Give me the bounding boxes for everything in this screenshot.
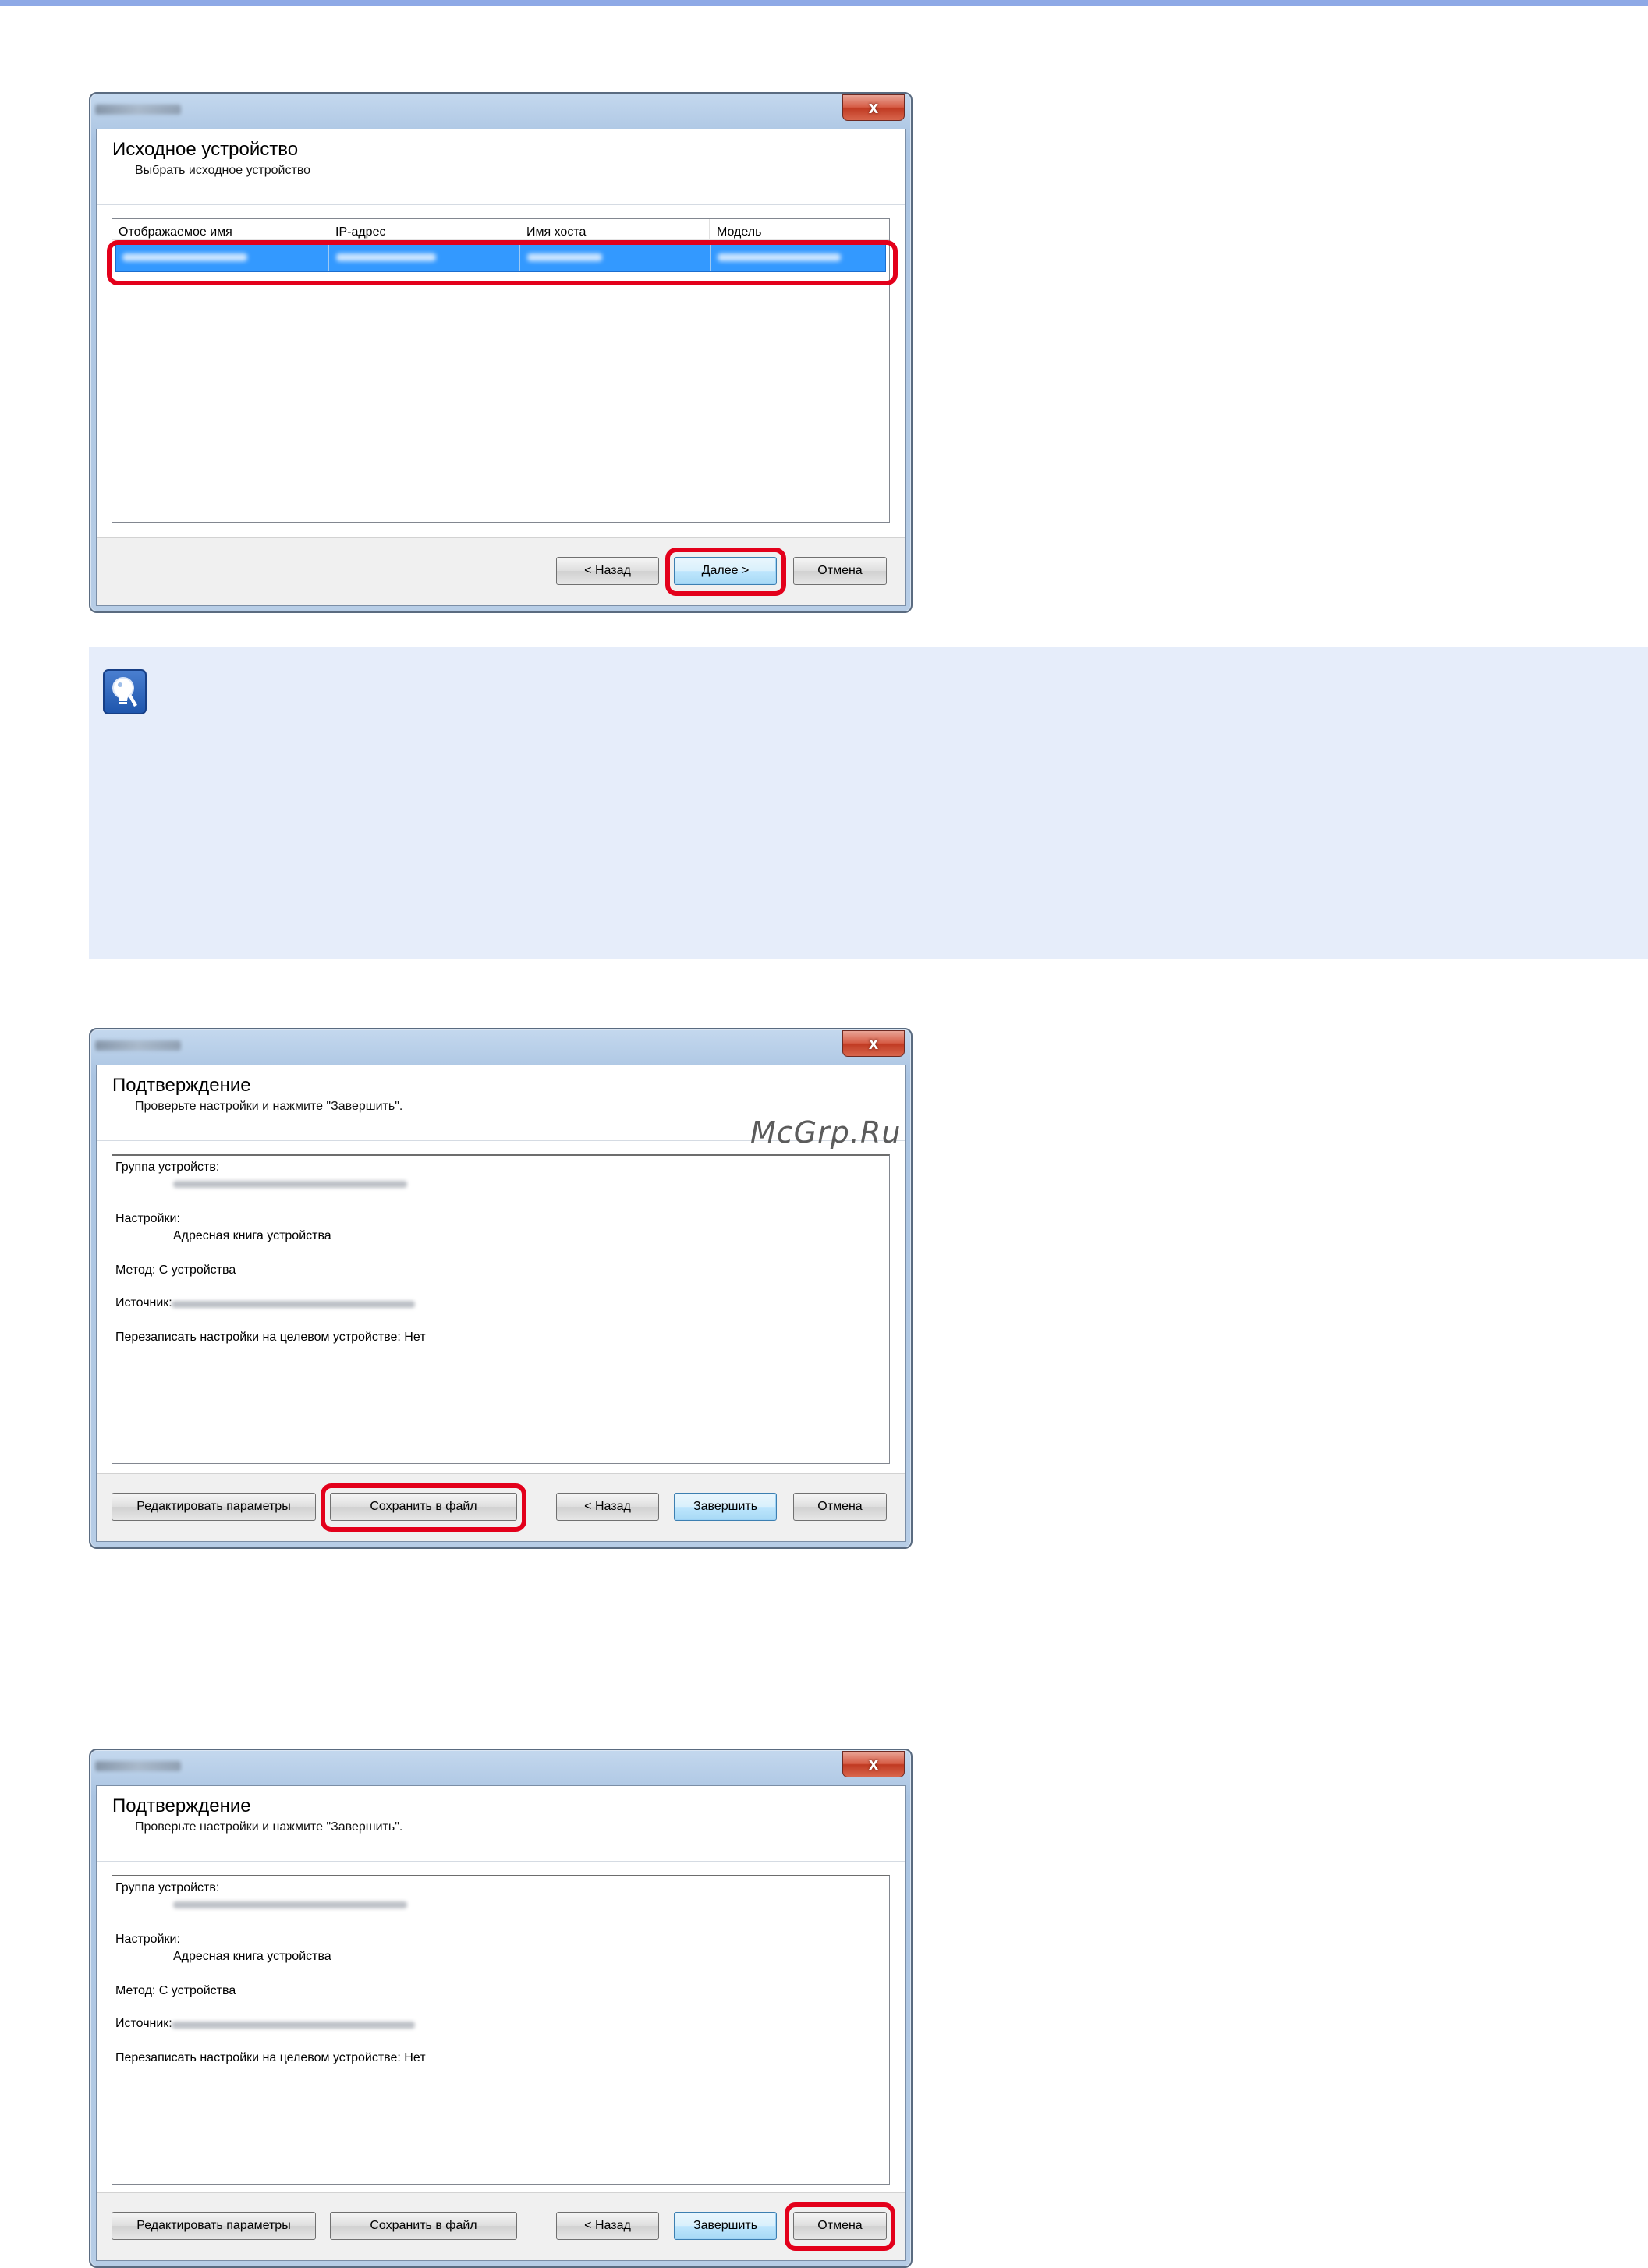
device-group-label: Группа устройств: <box>115 1161 220 1174</box>
wizard-footer: Редактировать параметры Сохранить в файл… <box>97 1473 905 1541</box>
overwrite-line: Перезаписать настройки на целевом устрой… <box>115 2051 426 2064</box>
settings-label: Настройки: <box>115 1933 180 1946</box>
confirmation-dialog-cancel: x Подтверждение Проверьте настройки и на… <box>89 1749 913 2268</box>
column-header-display-name[interactable]: Отображаемое имя <box>119 225 306 239</box>
window-title-blurred <box>95 105 181 115</box>
cancel-highlight-ring <box>785 2202 895 2251</box>
wizard-header: Исходное устройство Выбрать исходное уст… <box>97 129 905 205</box>
window-title-blurred <box>95 1040 181 1051</box>
cancel-button[interactable]: Отмена <box>793 1493 887 1521</box>
finish-button[interactable]: Завершить <box>674 1493 777 1521</box>
close-icon: x <box>868 97 879 117</box>
settings-value: Адресная книга устройства <box>173 1229 331 1242</box>
dialog-client-area: Исходное устройство Выбрать исходное уст… <box>96 129 906 606</box>
window-title-blurred <box>95 1761 181 1771</box>
list-header: Отображаемое имя IP-адрес Имя хоста Моде… <box>112 219 889 240</box>
settings-summary[interactable]: Группа устройств: Настройки: Адресная кн… <box>112 1875 890 2185</box>
close-button[interactable]: x <box>842 94 905 121</box>
next-highlight-ring <box>665 548 786 596</box>
lightbulb-icon <box>103 669 147 714</box>
column-divider[interactable] <box>709 219 710 239</box>
wizard-footer: < Назад Далее > Отмена <box>97 537 905 605</box>
wizard-footer: Редактировать параметры Сохранить в файл… <box>97 2192 905 2260</box>
device-group-label: Группа устройств: <box>115 1881 220 1894</box>
blurred-device-group <box>173 1901 407 1908</box>
save-highlight-ring <box>321 1483 526 1532</box>
edit-settings-button[interactable]: Редактировать параметры <box>112 1493 316 1521</box>
page-subtitle: Проверьте настройки и нажмите "Завершить… <box>135 1100 403 1113</box>
method-line: Метод: С устройства <box>115 1263 236 1277</box>
wizard-header: Подтверждение Проверьте настройки и нажм… <box>97 1786 905 1862</box>
back-button[interactable]: < Назад <box>556 1493 659 1521</box>
row-highlight-ring <box>107 240 898 285</box>
note-panel <box>89 647 1648 959</box>
page-title: Подтверждение <box>112 1795 251 1816</box>
blurred-device-group <box>173 1181 407 1188</box>
settings-summary[interactable]: Группа устройств: Настройки: Адресная кн… <box>112 1154 890 1464</box>
back-button[interactable]: < Назад <box>556 557 659 585</box>
blurred-source <box>172 1301 415 1308</box>
source-label: Источник: <box>115 2017 172 2030</box>
blurred-source <box>172 2022 415 2029</box>
page-title: Подтверждение <box>112 1075 251 1096</box>
close-icon: x <box>868 1754 879 1774</box>
settings-label: Настройки: <box>115 1212 180 1225</box>
page-subtitle: Выбрать исходное устройство <box>135 164 311 177</box>
close-icon: x <box>868 1033 879 1053</box>
finish-button[interactable]: Завершить <box>674 2212 777 2240</box>
close-button[interactable]: x <box>842 1030 905 1057</box>
column-header-model[interactable]: Модель <box>717 225 888 239</box>
page-subtitle: Проверьте настройки и нажмите "Завершить… <box>135 1820 403 1834</box>
page-title: Исходное устройство <box>112 139 299 160</box>
edit-settings-button[interactable]: Редактировать параметры <box>112 2212 316 2240</box>
source-device-dialog: x Исходное устройство Выбрать исходное у… <box>89 92 913 613</box>
close-button[interactable]: x <box>842 1751 905 1777</box>
source-label: Источник: <box>115 1296 172 1309</box>
dialog-client-area: Подтверждение Проверьте настройки и нажм… <box>96 1785 906 2261</box>
page-top-bar <box>0 0 1648 6</box>
cancel-button[interactable]: Отмена <box>793 557 887 585</box>
back-button[interactable]: < Назад <box>556 2212 659 2240</box>
save-to-file-button[interactable]: Сохранить в файл <box>330 2212 517 2240</box>
column-header-hostname[interactable]: Имя хоста <box>526 225 698 239</box>
confirmation-dialog-save: x Подтверждение Проверьте настройки и на… <box>89 1028 913 1549</box>
column-header-ip[interactable]: IP-адрес <box>335 225 507 239</box>
overwrite-line: Перезаписать настройки на целевом устрой… <box>115 1331 426 1344</box>
watermark-text: McGrp.Ru <box>750 1115 902 1150</box>
settings-value: Адресная книга устройства <box>173 1950 331 1963</box>
method-line: Метод: С устройства <box>115 1984 236 1997</box>
